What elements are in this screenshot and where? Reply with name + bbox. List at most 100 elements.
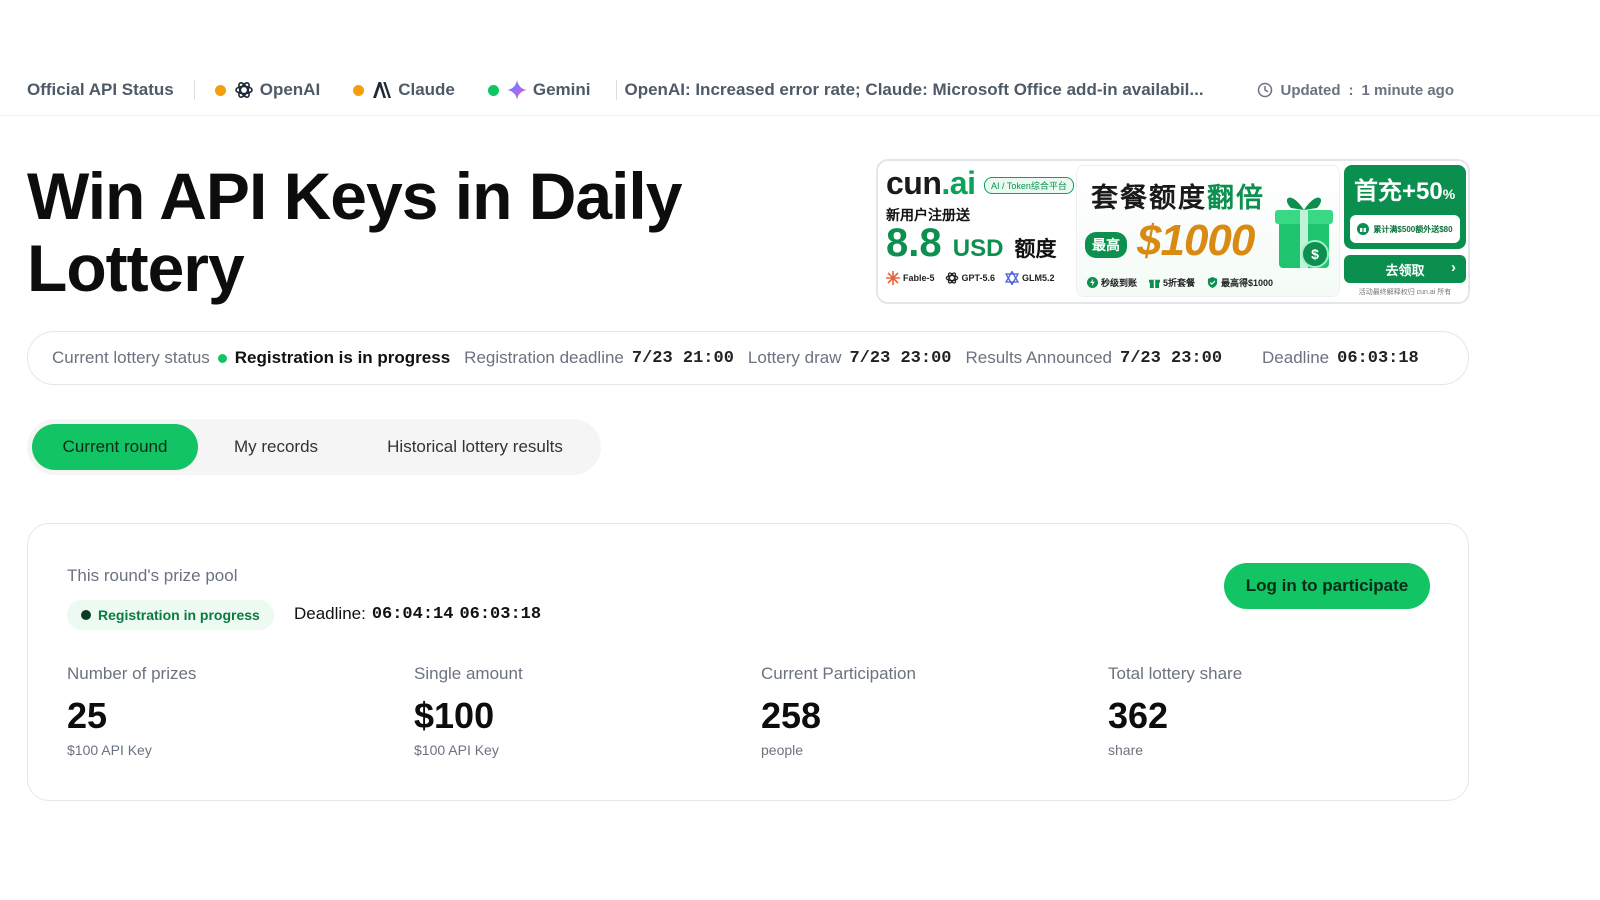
stat-single-amount: Single amount $100 $100 API Key — [414, 664, 744, 758]
model-glm: GLM5.2 — [1005, 271, 1055, 285]
openai-icon — [945, 272, 958, 284]
promo-banner[interactable]: cun.ai AI / Token综合平台 新用户注册送 8.8 USD 额度 … — [876, 159, 1470, 304]
prize-deadline-value-b: 06:03:18 — [459, 604, 542, 624]
promo-model-list: Fable-5 GPT-5.6 GLM5.2 — [886, 271, 1055, 285]
prize-pool-card: This round's prize pool Registration in … — [27, 523, 1469, 801]
stat-number-of-prizes: Number of prizes 25 $100 API Key — [67, 664, 397, 758]
status-value: Registration is in progress — [234, 348, 451, 367]
promo-tag: AI / Token综合平台 — [984, 177, 1074, 194]
incident-summary[interactable]: OpenAI: Increased error rate; Claude: Mi… — [625, 80, 1243, 100]
tab-current-round[interactable]: Current round — [32, 424, 198, 470]
feature-max: 最高得$1000 — [1207, 276, 1273, 289]
lottery-status-strip: Current lottery status Registration is i… — [27, 331, 1469, 385]
last-updated: Updated : 1 minute ago — [1257, 81, 1455, 99]
amount-cn: 额度 — [1014, 238, 1057, 261]
feature-discount: 5折套餐 — [1149, 276, 1195, 289]
stat-label: Total lottery share — [1108, 664, 1243, 683]
draw-value: 7/23 23:00 — [849, 348, 952, 368]
model-name: Fable-5 — [903, 273, 935, 283]
promo-extra-box: 累计满$500额外送$80 — [1350, 215, 1460, 243]
feature-text: 5折套餐 — [1163, 278, 1196, 288]
stat-current-participation: Current Participation 258 people — [761, 664, 1091, 758]
brand-main: cun — [886, 165, 942, 201]
divider — [615, 80, 617, 100]
prize-deadline-label: Deadline: — [294, 604, 366, 623]
feature-text: 秒级到账 — [1101, 278, 1138, 288]
stat-label: Number of prizes — [67, 664, 197, 683]
stat-sub: people — [761, 742, 804, 758]
prize-deadline-value-a: 06:04:14 — [371, 604, 454, 624]
promo-double-panel: 套餐额度翻倍 最高 $1000 $ 秒级到账 5折套餐 最高得$1000 — [1076, 165, 1340, 297]
promo-brand: cun.ai — [886, 165, 976, 202]
badge-text: Registration in progress — [98, 607, 260, 623]
gemini-icon — [506, 80, 527, 100]
promo-headline: 套餐额度翻倍 — [1091, 176, 1265, 215]
stat-sub: share — [1108, 742, 1144, 758]
provider-openai[interactable]: OpenAI — [214, 80, 321, 100]
reg-deadline-label: Registration deadline — [464, 348, 624, 367]
first-topup-bonus: +50 — [1402, 178, 1443, 205]
promo-first-topup: 首充+50% — [1354, 171, 1455, 206]
stat-sub: $100 API Key — [67, 742, 152, 758]
gift-icon — [1149, 279, 1161, 288]
promo-topup-box: 首充+50% 累计满$500额外送$80 — [1344, 165, 1466, 249]
amount-unit: USD — [952, 235, 1004, 262]
gift-icon — [1357, 223, 1370, 235]
tab-my-records[interactable]: My records — [205, 424, 347, 470]
promo-extra-text: 累计满$500额外送$80 — [1373, 224, 1453, 234]
tab-bar: Current round My records Historical lott… — [27, 419, 601, 475]
updated-label: Updated — [1280, 81, 1341, 99]
status-label: Current lottery status — [52, 348, 210, 367]
openai-icon — [234, 80, 254, 100]
shield-check-icon — [1207, 277, 1218, 288]
status-dot-gemini — [487, 84, 499, 96]
stat-label: Current Participation — [761, 664, 916, 683]
amount-value: 8.8 — [886, 221, 942, 265]
promo-topup-panel: 首充+50% 累计满$500额外送$80 去领取 › 活动最终解释权归 cun.… — [1344, 165, 1466, 301]
hexagram-icon — [1005, 271, 1020, 285]
model-name: GPT-5.6 — [961, 273, 996, 283]
provider-name: OpenAI — [259, 80, 321, 99]
promo-claim-button[interactable]: 去领取 › — [1344, 255, 1466, 283]
api-status-title[interactable]: Official API Status — [27, 80, 174, 100]
status-badge: Registration in progress — [67, 600, 274, 630]
updated-value: 1 minute ago — [1361, 81, 1455, 99]
model-name: GLM5.2 — [1022, 273, 1055, 283]
model-fable: Fable-5 — [886, 271, 935, 285]
promo-signup-amount: 8.8 USD 额度 — [886, 221, 1057, 266]
updated-separator: : — [1348, 81, 1354, 99]
promo-features: 秒级到账 5折套餐 最高得$1000 — [1087, 276, 1273, 289]
first-topup-pct: % — [1442, 186, 1456, 202]
stat-label: Single amount — [414, 664, 523, 683]
promo-footnote: 活动最终解释权归 cun.ai 所有 — [1358, 289, 1452, 296]
promo-max-amount: $1000 — [1137, 216, 1255, 265]
first-topup-label: 首充 — [1354, 178, 1402, 205]
prize-deadline: Deadline: 06:04:14 06:03:18 — [294, 604, 541, 624]
provider-gemini[interactable]: Gemini — [487, 80, 591, 100]
chevron-right-icon: › — [1451, 259, 1456, 276]
status-dot-claude — [353, 84, 365, 96]
provider-claude[interactable]: Claude — [353, 80, 455, 100]
spark-icon — [886, 271, 900, 285]
headline-part-a: 套餐额度 — [1091, 183, 1207, 213]
countdown-label: Deadline — [1262, 348, 1330, 367]
login-to-participate-button[interactable]: Log in to participate — [1224, 563, 1430, 609]
provider-name: Gemini — [532, 80, 591, 99]
reg-deadline-value: 7/23 21:00 — [631, 348, 734, 368]
provider-name: Claude — [398, 80, 455, 99]
headline-part-b: 翻倍 — [1207, 183, 1265, 213]
tab-historical-results[interactable]: Historical lottery results — [357, 424, 593, 470]
stat-value: 25 — [67, 695, 108, 736]
promo-max-label: 最高 — [1085, 232, 1127, 258]
stat-value: 258 — [761, 695, 822, 736]
stat-value: $100 — [414, 695, 495, 736]
promo-signup-panel: cun.ai AI / Token综合平台 新用户注册送 8.8 USD 额度 … — [884, 165, 1076, 297]
model-gpt: GPT-5.6 — [945, 271, 996, 285]
divider — [193, 80, 195, 100]
brand-suffix: .ai — [941, 165, 976, 201]
countdown-value: 06:03:18 — [1337, 348, 1419, 368]
results-value: 7/23 23:00 — [1120, 348, 1223, 368]
stat-total-lottery-share: Total lottery share 362 share — [1108, 664, 1438, 758]
svg-text:$: $ — [1311, 246, 1319, 262]
status-dot — [217, 353, 227, 363]
